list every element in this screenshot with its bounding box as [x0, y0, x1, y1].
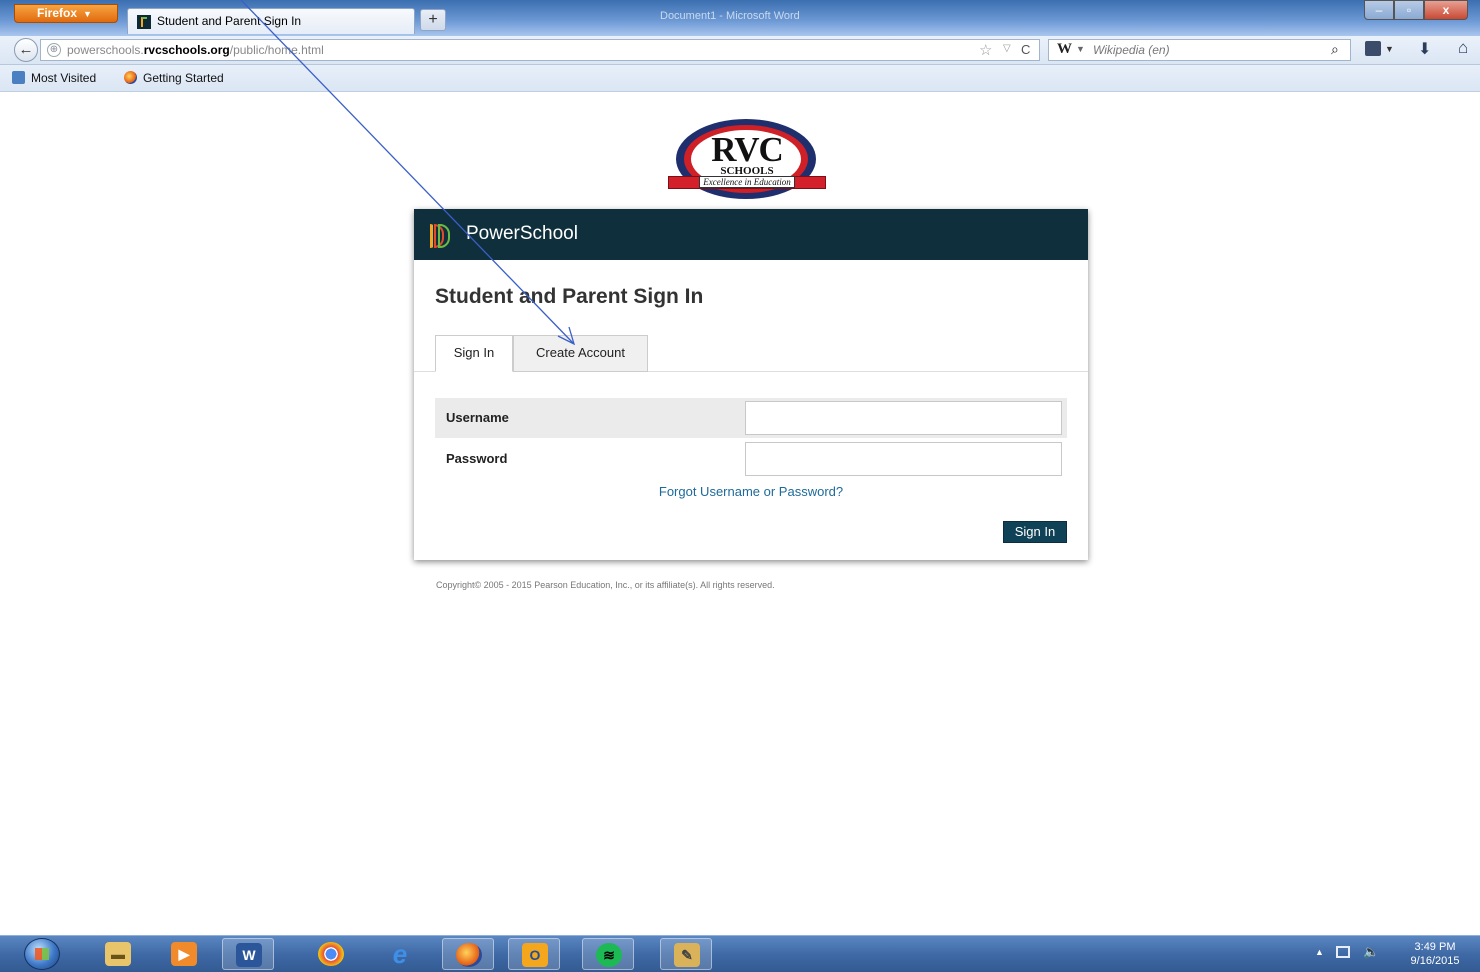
taskbar-media-player[interactable]: ▶ [158, 938, 210, 970]
password-input[interactable] [745, 442, 1062, 476]
background-window-title: Document1 - Microsoft Word [660, 10, 800, 22]
taskbar-firefox[interactable] [442, 938, 494, 970]
windows-taskbar: ▬ ▶ W e O ≋ ✎ ▲ 🔈 3:49 PM 9/16/2015 [0, 935, 1480, 972]
username-label: Username [446, 410, 509, 425]
browser-tab[interactable]: Student and Parent Sign In [127, 8, 415, 34]
powerschool-favicon-icon [137, 15, 151, 29]
bookmark-star-icon[interactable]: ☆ [979, 41, 992, 59]
bookmark-most-visited[interactable]: Most Visited [12, 71, 96, 85]
powerschool-brand: PowerSchool [466, 223, 578, 244]
taskbar-notepad[interactable]: ✎ [660, 938, 712, 970]
most-visited-icon [12, 71, 25, 84]
chevron-down-icon: ▼ [1076, 44, 1085, 54]
password-label: Password [446, 451, 508, 466]
logo-motto-text: Excellence in Education [699, 176, 795, 188]
forgot-credentials-link: Forgot Username or Password? [414, 484, 1088, 499]
tab-sign-in[interactable]: Sign In [435, 335, 513, 372]
tab-create-account[interactable]: Create Account [513, 335, 648, 372]
page-title: Student and Parent Sign In [435, 285, 704, 308]
volume-icon[interactable]: 🔈 [1363, 944, 1379, 960]
browser-title-bar: Firefox ▼ Student and Parent Sign In + Do… [0, 0, 1480, 36]
firefox-icon [124, 71, 137, 84]
powerschool-logo-icon [430, 224, 450, 248]
firefox-icon [456, 943, 482, 967]
notepad-icon: ✎ [674, 943, 700, 967]
bookmark-getting-started[interactable]: Getting Started [124, 71, 224, 85]
show-hidden-icons-icon[interactable]: ▲ [1315, 947, 1324, 957]
taskbar-outlook[interactable]: O [508, 938, 560, 970]
bookmark-label: Most Visited [31, 71, 97, 85]
chevron-down-icon[interactable]: ▼ [1385, 44, 1394, 54]
outlook-icon: O [522, 943, 548, 967]
url-host: rvcschools.org [143, 43, 230, 57]
logo-main-text: RVC [711, 130, 784, 169]
close-window-button[interactable]: x [1424, 0, 1468, 20]
address-bar[interactable]: ⊕ powerschools.rvcschools.org/public/hom… [40, 39, 1040, 61]
search-bar[interactable]: W ▼ Wikipedia (en) ⌕ [1048, 39, 1351, 61]
browser-tab-title: Student and Parent Sign In [157, 14, 302, 28]
word-icon: W [236, 943, 262, 967]
taskbar-spotify[interactable]: ≋ [582, 938, 634, 970]
taskbar-internet-explorer[interactable]: e [374, 938, 426, 970]
bookmarks-menu-icon[interactable] [1365, 41, 1381, 56]
clock-date: 9/16/2015 [1410, 955, 1460, 967]
forgot-credentials-text[interactable]: Forgot Username or Password? [659, 484, 843, 499]
network-icon[interactable] [1336, 946, 1350, 958]
username-input[interactable] [745, 401, 1062, 435]
copyright-footer: Copyright© 2005 - 2015 Pearson Education… [436, 580, 775, 590]
globe-icon: ⊕ [47, 43, 61, 57]
firefox-menu-label: Firefox [37, 6, 78, 20]
url-prefix: powerschools. [67, 43, 144, 57]
minimize-button[interactable]: – [1364, 0, 1394, 20]
search-icon[interactable]: ⌕ [1331, 41, 1339, 58]
address-url: powerschools.rvcschools.org/public/home.… [67, 43, 324, 57]
taskbar-word[interactable]: W [222, 938, 274, 970]
rvc-schools-logo: RVC SCHOOLS Excellence in Education [668, 119, 826, 201]
firefox-menu-button[interactable]: Firefox ▼ [14, 4, 118, 23]
clock-time: 3:49 PM [1414, 941, 1456, 953]
reload-icon[interactable]: C [1021, 42, 1030, 57]
sign-in-card: PowerSchool Student and Parent Sign In S… [414, 209, 1088, 560]
media-player-icon: ▶ [171, 942, 197, 966]
logo-motto: Excellence in Education [668, 176, 826, 188]
back-arrow-icon: ← [18, 41, 34, 58]
taskbar-clock[interactable]: 3:49 PM 9/16/2015 [1396, 940, 1474, 968]
url-path: /public/home.html [229, 43, 324, 57]
taskbar-windows-explorer[interactable]: ▬ [92, 938, 144, 970]
sign-in-button[interactable]: Sign In [1003, 521, 1067, 543]
internet-explorer-icon: e [392, 939, 408, 969]
start-button[interactable] [24, 938, 60, 970]
history-dropdown-icon[interactable]: ▽ [1003, 43, 1011, 54]
maximize-button[interactable]: ▫ [1394, 0, 1424, 20]
spotify-icon: ≋ [596, 943, 622, 967]
navigation-bar: ← ⊕ powerschools.rvcschools.org/public/h… [0, 36, 1480, 65]
bookmark-label: Getting Started [143, 71, 224, 85]
chevron-down-icon: ▼ [83, 9, 92, 19]
bookmarks-toolbar: Most Visited Getting Started [0, 65, 1480, 92]
window-controls: – ▫ x [1364, 0, 1468, 21]
back-button[interactable]: ← [14, 38, 38, 62]
powerschool-header: PowerSchool [414, 209, 1088, 260]
taskbar-chrome[interactable] [305, 938, 357, 970]
search-placeholder: Wikipedia (en) [1093, 43, 1170, 57]
chrome-icon [318, 942, 344, 966]
home-icon[interactable]: ⌂ [1458, 38, 1468, 58]
folder-icon: ▬ [105, 942, 131, 966]
new-tab-button[interactable]: + [420, 9, 446, 31]
wikipedia-icon[interactable]: W [1057, 41, 1072, 58]
download-icon[interactable]: ⬇ [1418, 39, 1431, 59]
